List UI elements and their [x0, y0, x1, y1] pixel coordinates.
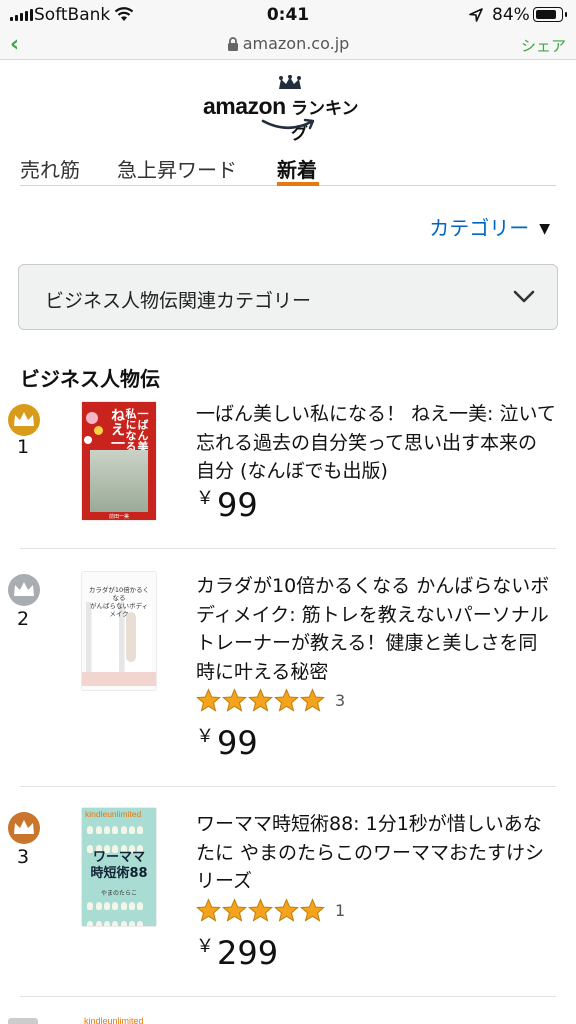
smile-arrow-icon — [261, 117, 317, 136]
clock: 0:41 — [266, 5, 310, 25]
book-cover-image[interactable]: カラダが10倍かるくなる がんばらないボディメイク — [82, 572, 156, 690]
tab-bestsellers[interactable]: 売れ筋 — [20, 154, 80, 183]
star-rating[interactable]: 3 — [196, 688, 345, 713]
book-title-link[interactable]: ワーママ時短術88: 1分1秒が惜しいあなたに やまのたらこのワーママおたすけシ… — [196, 810, 556, 896]
silver-crown-icon — [6, 574, 42, 610]
gold-crown-icon — [6, 404, 42, 440]
next-kindle-unlimited-badge: kindleunlimited — [84, 1016, 144, 1024]
star-icon — [300, 898, 325, 922]
dropdown-label: ビジネス人物伝関連カテゴリー — [45, 290, 312, 312]
price: ￥99 — [196, 486, 258, 524]
url-text: amazon.co.jp — [242, 34, 350, 53]
amazon-ranking-logo[interactable]: amazon ランキング — [203, 74, 373, 144]
active-tab-indicator — [277, 182, 319, 186]
rank-number: 1 — [16, 436, 30, 458]
related-category-dropdown[interactable]: ビジネス人物伝関連カテゴリー — [18, 264, 558, 330]
bronze-crown-icon — [6, 812, 42, 848]
divider — [20, 548, 556, 549]
category-link[interactable]: カテゴリー ▼ — [429, 212, 550, 241]
review-count[interactable]: 1 — [335, 901, 345, 920]
crown-icon — [277, 74, 303, 95]
review-count[interactable]: 3 — [335, 691, 345, 710]
rank-number: 3 — [16, 846, 30, 868]
book-title-link[interactable]: 一ばん美しい私になる！ ねえ一美: 泣いて忘れる過去の自分笑って思い出す本来の自… — [196, 400, 556, 486]
tab-movers[interactable]: 急上昇ワード — [117, 154, 237, 183]
section-title: ビジネス人物伝 — [20, 367, 160, 391]
chevron-down-icon — [513, 289, 535, 308]
book-cover-image[interactable]: 一ばん美しい 私になる！ ねえ一美 前田一美 — [82, 402, 156, 520]
star-rating[interactable]: 1 — [196, 898, 345, 923]
rank-number: 2 — [16, 608, 30, 630]
star-icon — [222, 898, 247, 922]
divider — [20, 996, 556, 997]
caret-down-icon: ▼ — [539, 221, 550, 237]
tab-new-releases[interactable]: 新着 — [277, 154, 317, 183]
book-title-link[interactable]: カラダが10倍かるくなる かんばらないボディメイク: 筋トレを教えないパーソナル… — [196, 572, 556, 686]
price: ￥299 — [196, 934, 279, 972]
star-icon — [248, 688, 273, 712]
divider — [20, 786, 556, 787]
star-icon — [274, 688, 299, 712]
star-icon — [196, 898, 221, 922]
next-rank-badge — [8, 1018, 38, 1024]
category-link-label: カテゴリー — [429, 216, 530, 240]
price: ￥99 — [196, 724, 258, 762]
ranking-tabs: 売れ筋 急上昇ワード 新着 — [20, 150, 556, 186]
status-bar: SoftBank 0:41 84% — [0, 0, 576, 30]
star-icon — [274, 898, 299, 922]
browser-url-bar: ‹ amazon.co.jp シェア — [0, 30, 576, 60]
star-icon — [196, 688, 221, 712]
star-icon — [222, 688, 247, 712]
star-icon — [248, 898, 273, 922]
location-arrow-icon — [468, 7, 484, 27]
battery-percent: 84% — [492, 5, 530, 25]
url-field[interactable]: amazon.co.jp — [0, 34, 576, 55]
share-button[interactable]: シェア — [521, 35, 566, 56]
battery-icon — [533, 7, 567, 22]
logo-brand: amazon — [203, 93, 286, 119]
star-icon — [300, 688, 325, 712]
book-cover-image[interactable]: kindleunlimited ワーママ 時短術88 やまのたらこ — [82, 808, 156, 926]
lock-icon — [227, 36, 239, 55]
